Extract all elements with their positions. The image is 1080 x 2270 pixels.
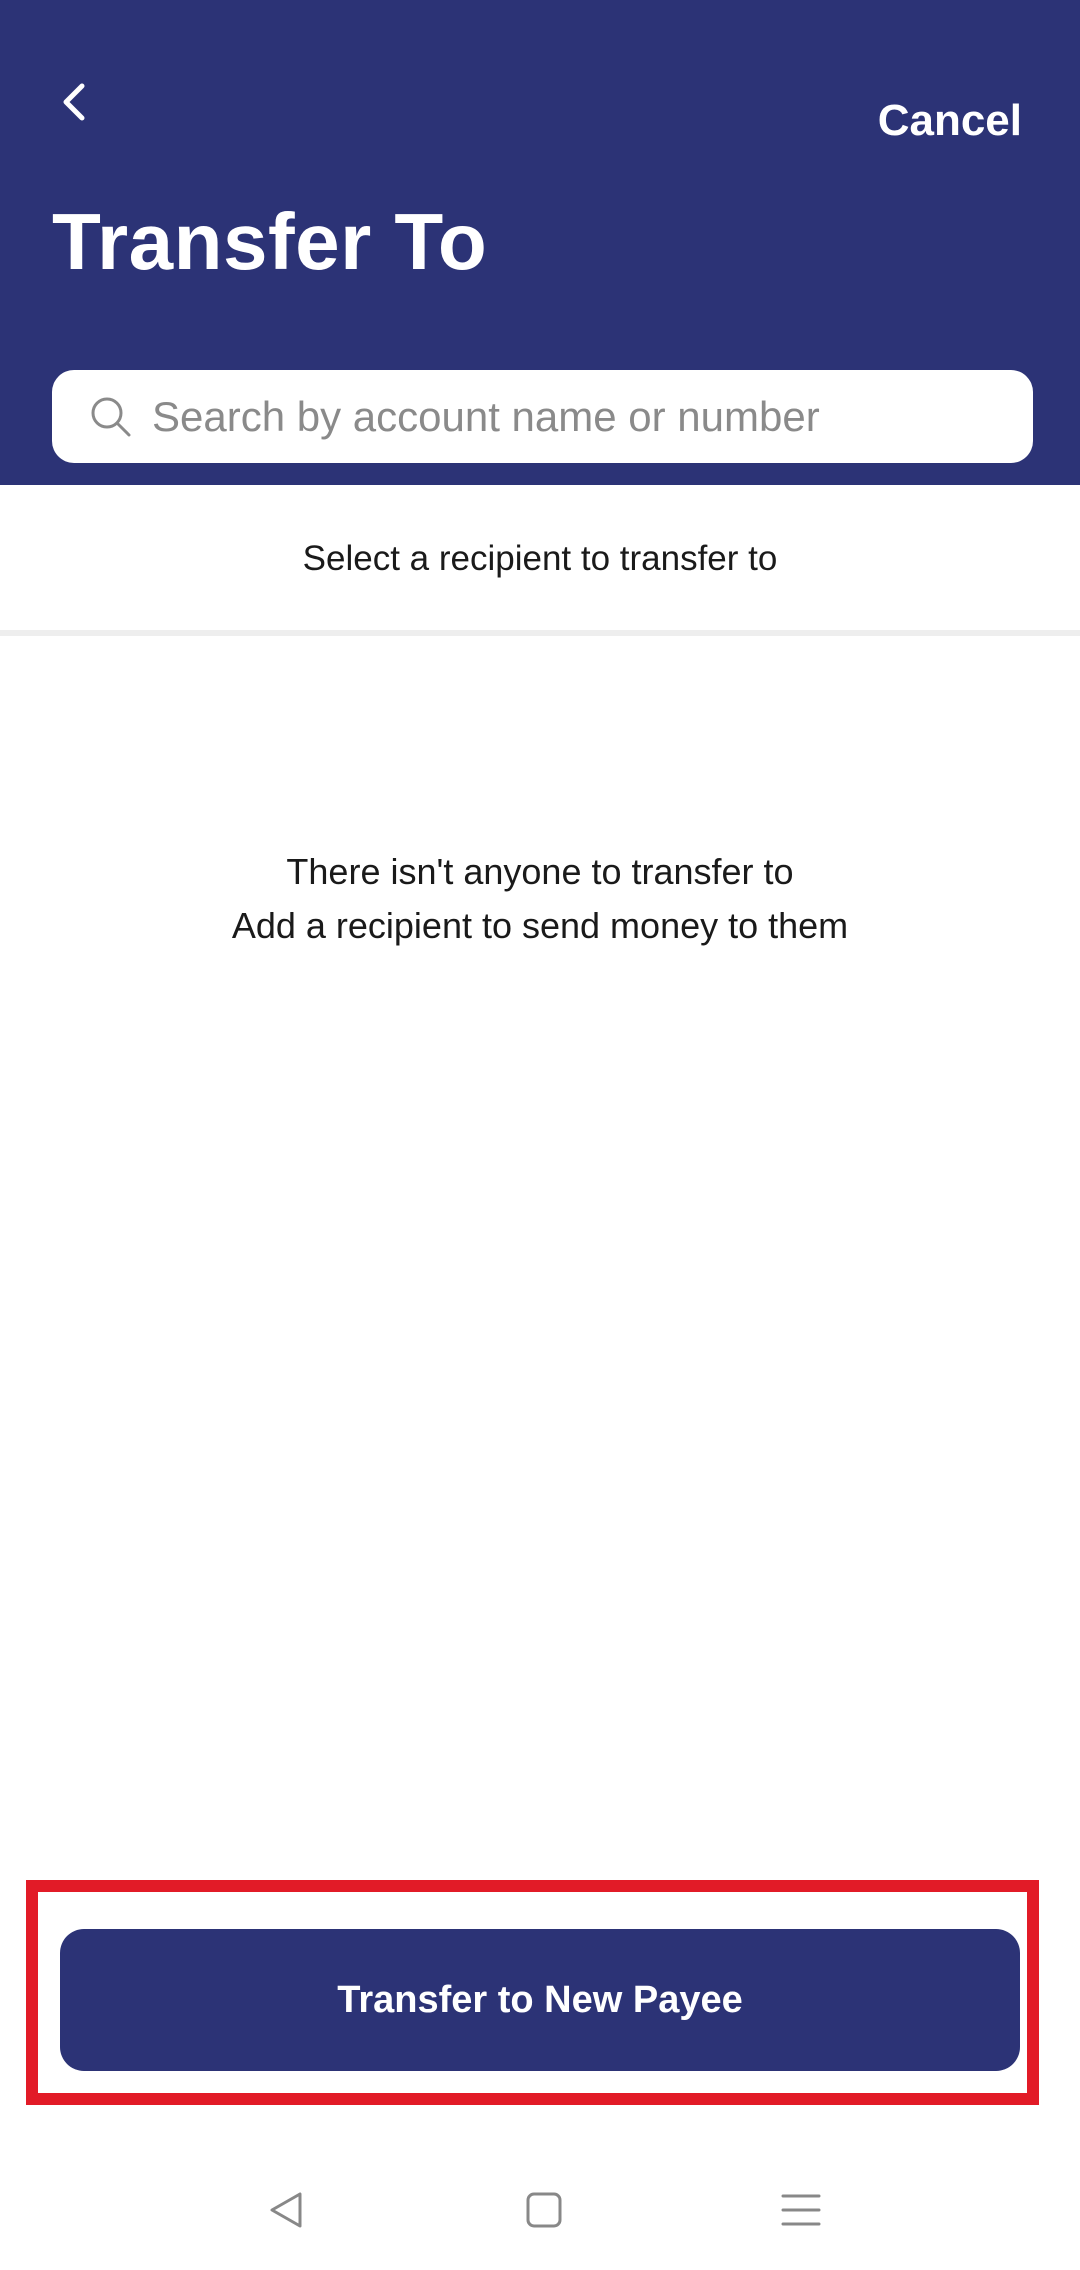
- page-title: Transfer To: [52, 197, 488, 286]
- nav-menu-button[interactable]: [771, 2180, 831, 2240]
- chevron-left-icon: [63, 83, 85, 121]
- search-input[interactable]: [152, 370, 1012, 463]
- header: Cancel Transfer To: [0, 0, 1080, 485]
- back-button[interactable]: [44, 72, 104, 132]
- search-icon: [91, 397, 131, 437]
- nav-back-button[interactable]: [256, 2180, 316, 2240]
- empty-state: There isn't anyone to transfer to Add a …: [0, 845, 1080, 953]
- cancel-button[interactable]: Cancel: [878, 96, 1022, 146]
- triangle-back-icon: [270, 2192, 302, 2228]
- square-home-icon: [526, 2192, 562, 2228]
- screen: Cancel Transfer To Select a recipient to…: [0, 0, 1080, 2270]
- empty-state-line2: Add a recipient to send money to them: [231, 905, 849, 946]
- divider: [0, 630, 1080, 636]
- recipient-prompt: Select a recipient to transfer to: [302, 539, 778, 578]
- empty-state-line1: There isn't anyone to transfer to: [286, 851, 794, 892]
- menu-lines-icon: [781, 2194, 821, 2226]
- transfer-to-new-payee-button[interactable]: Transfer to New Payee: [60, 1929, 1020, 2071]
- nav-home-button[interactable]: [514, 2180, 574, 2240]
- system-nav-bar: [0, 2150, 1080, 2270]
- search-box[interactable]: [52, 370, 1033, 463]
